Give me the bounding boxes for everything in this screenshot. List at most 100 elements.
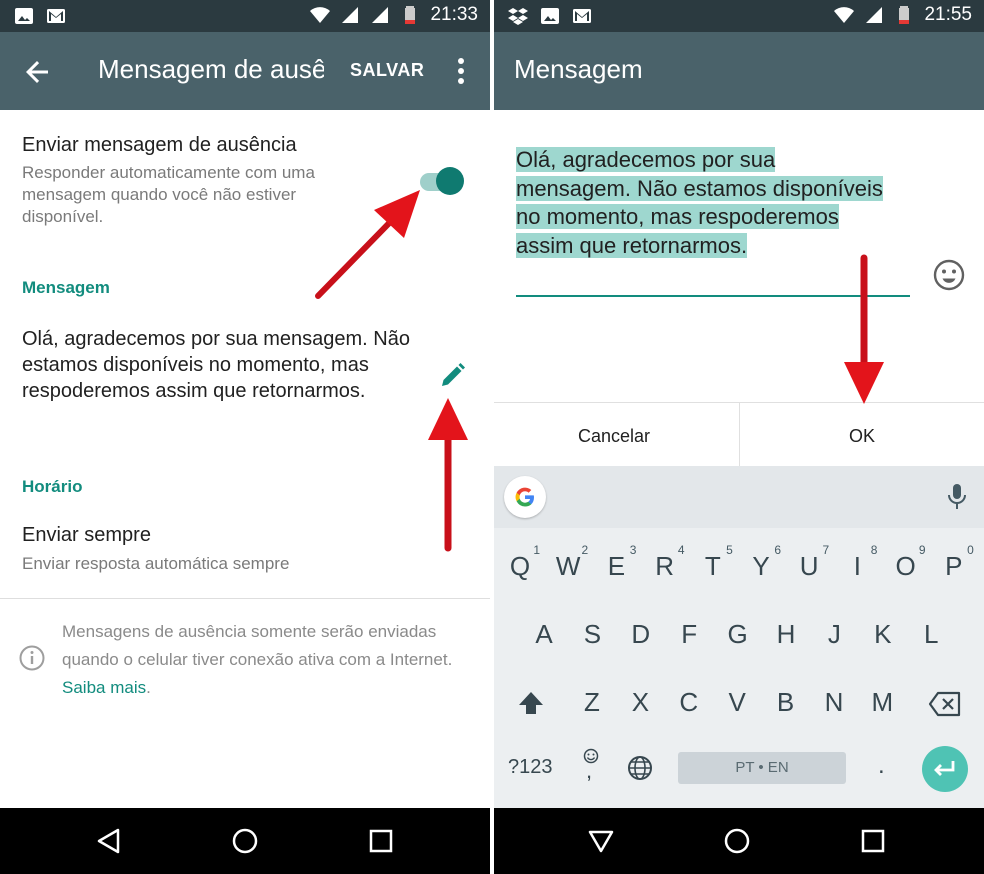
- key-h[interactable]: H: [764, 606, 808, 662]
- key-r[interactable]: R4: [643, 538, 687, 594]
- key-label: M: [871, 687, 894, 717]
- key-label: C: [679, 687, 699, 717]
- emoji-icon[interactable]: [932, 258, 966, 292]
- schedule-subtitle: Enviar resposta automática sempre: [22, 554, 290, 573]
- key-label: Q: [509, 551, 531, 581]
- key-label: T: [704, 551, 721, 581]
- navigation-bar-right: [494, 808, 984, 874]
- key-hint: 4: [677, 543, 685, 557]
- message-preview[interactable]: Olá, agradecemos por sua mensagem. Não e…: [22, 326, 412, 404]
- divider: [0, 598, 490, 599]
- info-note-text: Mensagens de ausência somente serão envi…: [62, 622, 453, 669]
- key-label: J: [827, 619, 841, 649]
- key-f[interactable]: F: [667, 606, 711, 662]
- back-arrow-icon[interactable]: [22, 56, 54, 88]
- key-label: X: [631, 687, 650, 717]
- key-b[interactable]: B: [764, 674, 808, 730]
- symbols-key[interactable]: ?123: [508, 756, 553, 779]
- wifi-icon: [310, 7, 331, 23]
- key-hint: 1: [533, 543, 540, 557]
- info-note: Mensagens de ausência somente serão envi…: [62, 618, 462, 702]
- shift-icon[interactable]: [516, 688, 546, 718]
- key-u[interactable]: U7: [787, 538, 831, 594]
- nav-recent-apps-icon[interactable]: [858, 826, 888, 856]
- ok-button[interactable]: OK: [849, 426, 875, 447]
- dialog-header: Mensagem: [494, 32, 984, 110]
- auto-reply-title: Enviar mensagem de ausência: [22, 134, 297, 156]
- key-p[interactable]: P0: [932, 538, 976, 594]
- key-n[interactable]: N: [812, 674, 856, 730]
- key-hint: 6: [774, 543, 781, 557]
- period-key[interactable]: .: [878, 752, 885, 780]
- nav-back-icon[interactable]: [94, 826, 124, 856]
- signal-2-icon: [372, 7, 389, 23]
- key-label: L: [923, 619, 939, 649]
- key-o[interactable]: O9: [884, 538, 928, 594]
- learn-more-link[interactable]: Saiba mais: [62, 678, 146, 697]
- key-hint: 2: [581, 543, 589, 557]
- key-i[interactable]: I8: [835, 538, 879, 594]
- key-label: S: [583, 619, 602, 649]
- status-time: 21:33: [430, 4, 478, 25]
- space-key[interactable]: PT • EN: [678, 752, 846, 784]
- key-label: U: [799, 551, 819, 581]
- key-label: Z: [584, 687, 600, 717]
- key-m[interactable]: M: [860, 674, 904, 730]
- google-search-icon[interactable]: [504, 476, 546, 518]
- key-w[interactable]: W2: [546, 538, 590, 594]
- key-label: N: [824, 687, 844, 717]
- key-s[interactable]: S: [570, 606, 614, 662]
- key-hint: 9: [918, 543, 926, 557]
- key-q[interactable]: Q1: [498, 538, 542, 594]
- save-button[interactable]: SALVAR: [350, 60, 424, 81]
- key-label: K: [874, 619, 892, 649]
- key-z[interactable]: Z: [570, 674, 614, 730]
- key-c[interactable]: C: [667, 674, 711, 730]
- key-d[interactable]: D: [619, 606, 663, 662]
- globe-icon[interactable]: [626, 754, 654, 782]
- key-a[interactable]: A: [522, 606, 566, 662]
- keyboard: Q1W2E3R4T5Y6U7I8O9P0 ASDFGHJKL ZXCVBNM ?…: [494, 466, 984, 808]
- key-k[interactable]: K: [861, 606, 905, 662]
- key-l[interactable]: L: [909, 606, 953, 662]
- key-e[interactable]: E3: [594, 538, 638, 594]
- emoji-comma-key[interactable]: ,: [580, 748, 602, 784]
- key-g[interactable]: G: [716, 606, 760, 662]
- nav-collapse-icon[interactable]: [586, 826, 616, 856]
- microphone-icon[interactable]: [946, 482, 968, 512]
- key-label: E: [607, 551, 626, 581]
- nav-recent-apps-icon[interactable]: [366, 826, 396, 856]
- signal-icon: [342, 7, 359, 23]
- enter-key[interactable]: [922, 746, 968, 792]
- key-y[interactable]: Y6: [739, 538, 783, 594]
- keyboard-suggestion-bar: [494, 466, 984, 528]
- nav-home-icon[interactable]: [722, 826, 752, 856]
- schedule-section-header: Horário: [22, 477, 83, 496]
- key-v[interactable]: V: [715, 674, 759, 730]
- cancel-button[interactable]: Cancelar: [578, 426, 650, 447]
- schedule-title[interactable]: Enviar sempre: [22, 524, 151, 547]
- nav-home-icon[interactable]: [230, 826, 260, 856]
- key-j[interactable]: J: [812, 606, 856, 662]
- info-note-end: .: [146, 678, 151, 697]
- auto-reply-toggle[interactable]: [418, 165, 466, 197]
- key-hint: 0: [967, 543, 974, 557]
- key-label: G: [727, 619, 748, 649]
- battery-icon: [405, 6, 416, 24]
- key-x[interactable]: X: [618, 674, 662, 730]
- backspace-icon[interactable]: [928, 690, 962, 718]
- key-label: R: [655, 551, 674, 581]
- key-t[interactable]: T5: [691, 538, 735, 594]
- edit-pencil-icon[interactable]: [438, 360, 468, 390]
- toggle-thumb: [436, 167, 464, 195]
- message-input[interactable]: Olá, agradecemos por sua mensagem. Não e…: [516, 146, 896, 260]
- signal-icon: [866, 7, 883, 23]
- key-hint: 5: [726, 543, 733, 557]
- app-bar: Mensagem de ausência SALVAR: [0, 32, 490, 110]
- more-options-icon[interactable]: [450, 56, 472, 86]
- message-section-header: Mensagem: [22, 278, 110, 297]
- info-icon: [19, 645, 45, 671]
- status-bar-right: 21:55: [494, 0, 984, 32]
- input-underline: [516, 295, 910, 297]
- key-label: W: [555, 551, 581, 581]
